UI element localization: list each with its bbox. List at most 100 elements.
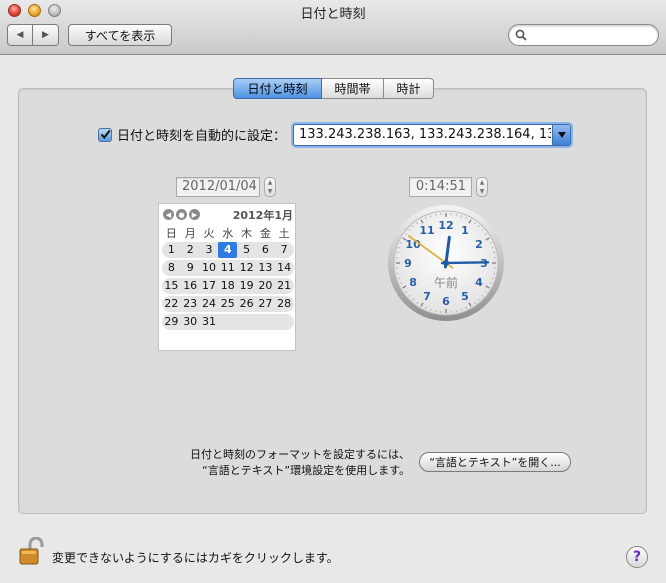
weekday-label: 水 xyxy=(222,227,234,240)
clock-number: 4 xyxy=(475,276,483,289)
calendar-day[interactable]: 9 xyxy=(181,260,200,276)
calendar-day[interactable]: 2 xyxy=(181,242,200,258)
today-button[interactable]: ● xyxy=(176,209,187,220)
show-all-button[interactable]: すべてを表示 xyxy=(68,24,172,46)
clock-number: 9 xyxy=(404,257,412,270)
tab-clock[interactable]: 時計 xyxy=(384,78,434,99)
window-title: 日付と時刻 xyxy=(300,7,366,22)
lock-icon[interactable] xyxy=(18,537,46,567)
format-note-line2: “言語とテキスト”環境設定を使用します。 xyxy=(202,464,410,477)
back-button[interactable]: ◀ xyxy=(7,24,33,46)
date-field[interactable]: 2012/01/04 xyxy=(176,177,260,197)
calendar-day[interactable]: 8 xyxy=(162,260,181,276)
calendar-day xyxy=(237,314,256,330)
calendar-day[interactable]: 15 xyxy=(162,278,181,294)
time-field[interactable]: 0:14:51 xyxy=(409,177,472,197)
search-icon xyxy=(515,29,527,41)
weekday-header: 日 月 火 水 木 金 土 xyxy=(162,225,294,241)
calendar-day[interactable]: 28 xyxy=(275,296,294,312)
calendar-day[interactable]: 29 xyxy=(162,314,181,330)
time-stepper[interactable]: ▲ ▼ xyxy=(476,177,488,197)
calendar-day[interactable]: 25 xyxy=(218,296,237,312)
previous-icon: ◀ xyxy=(165,210,172,219)
next-icon: ▶ xyxy=(191,210,198,219)
calendar-day[interactable]: 7 xyxy=(275,242,294,258)
calendar-week-row: 1234567 xyxy=(162,242,294,258)
calendar-day[interactable]: 11 xyxy=(218,260,237,276)
clock-center xyxy=(443,260,449,266)
calendar-day[interactable]: 1 xyxy=(162,242,181,258)
calendar-week-row: 8 9 10 11 12 13 14 xyxy=(162,260,294,276)
forward-button[interactable]: ▶ xyxy=(33,24,59,46)
calendar-day[interactable]: 13 xyxy=(256,260,275,276)
question-mark-icon: ? xyxy=(632,549,642,565)
calendar[interactable]: ◀ ● ▶ 2012年1月 日 月 火 水 木 金 土 1 2 3 4 5 6 7 8 9 10 1… xyxy=(158,203,296,351)
calendar-day[interactable]: 16 xyxy=(181,278,200,294)
open-language-text-button[interactable]: “言語とテキスト”を開く... xyxy=(419,452,571,472)
calendar-day[interactable]: 21 xyxy=(275,278,294,294)
format-note-line1: 日付と時刻のフォーマットを設定するには、 xyxy=(190,448,410,461)
search-field[interactable] xyxy=(508,24,659,46)
clock-number: 1 xyxy=(461,224,469,237)
calendar-day[interactable]: 14 xyxy=(275,260,294,276)
calendar-day[interactable]: 12 xyxy=(237,260,256,276)
calendar-day[interactable]: 6 xyxy=(256,242,275,258)
clock-number: 11 xyxy=(419,224,434,237)
back-arrow-icon: ◀ xyxy=(16,30,24,40)
calendar-header: ◀ ● ▶ 2012年1月 xyxy=(162,207,294,223)
weekday-label: 金 xyxy=(259,227,271,240)
clock-ampm: 午前 xyxy=(434,275,458,290)
today-dot-icon: ● xyxy=(178,210,185,219)
auto-set-row: 日付と時刻を自動的に設定： xyxy=(98,125,286,144)
clock-number: 5 xyxy=(461,290,469,303)
weekday-label: 火 xyxy=(203,227,215,240)
date-stepper[interactable]: ▲ ▼ xyxy=(264,177,276,197)
calendar-day[interactable]: 22 xyxy=(162,296,181,312)
calendar-week-row: 15 16 17 18 19 20 21 xyxy=(162,278,294,294)
time-server-value[interactable]: 133.243.238.163, 133.243.238.164, 133.24… xyxy=(299,127,551,142)
chevron-down-icon xyxy=(557,132,566,138)
window-titlebar: 日付と時刻 ◀ ▶ すべてを表示 xyxy=(0,0,666,55)
weekday-label: 日 xyxy=(165,227,177,240)
calendar-day[interactable]: 24 xyxy=(200,296,219,312)
calendar-day[interactable]: 19 xyxy=(237,278,256,294)
tab-date-time[interactable]: 日付と時刻 xyxy=(233,78,322,99)
calendar-month-title: 2012年1月 xyxy=(232,209,293,222)
clock-number: 6 xyxy=(442,295,450,308)
calendar-day[interactable]: 4 xyxy=(218,242,238,258)
auto-set-checkbox[interactable] xyxy=(98,127,112,142)
clock-number: 8 xyxy=(409,276,417,289)
calendar-day[interactable]: 10 xyxy=(200,260,219,276)
auto-set-label: 日付と時刻を自動的に設定： xyxy=(117,129,287,144)
weekday-label: 土 xyxy=(278,227,290,240)
calendar-week-row: 29 30 31 xyxy=(162,314,294,330)
analog-clock: 121234567891011 午前 xyxy=(388,205,504,321)
time-server-combobox[interactable]: 133.243.238.163, 133.243.238.164, 133.24… xyxy=(293,124,571,146)
format-note: 日付と時刻のフォーマットを設定するには、 “言語とテキスト”環境設定を使用します… xyxy=(150,447,410,479)
calendar-day[interactable]: 3 xyxy=(200,242,219,258)
next-month-button[interactable]: ▶ xyxy=(189,209,200,220)
tab-time-zone[interactable]: 時間帯 xyxy=(322,78,384,99)
calendar-day[interactable]: 30 xyxy=(181,314,200,330)
calendar-day[interactable]: 31 xyxy=(200,314,219,330)
calendar-day[interactable]: 20 xyxy=(256,278,275,294)
calendar-day[interactable]: 26 xyxy=(237,296,256,312)
stepper-down-icon: ▼ xyxy=(267,187,273,195)
stepper-up-icon: ▲ xyxy=(479,178,485,186)
weekday-label: 木 xyxy=(241,227,253,240)
tab-bar: 日付と時刻 時間帯 時計 xyxy=(233,78,434,99)
clock-number: 2 xyxy=(475,238,483,251)
calendar-week-row: 22 23 24 25 26 27 28 xyxy=(162,296,294,312)
calendar-day[interactable]: 18 xyxy=(218,278,237,294)
calendar-day[interactable]: 5 xyxy=(237,242,256,258)
calendar-day[interactable]: 27 xyxy=(256,296,275,312)
calendar-day xyxy=(275,314,294,330)
previous-month-button[interactable]: ◀ xyxy=(163,209,174,220)
back-forward-group: ◀ ▶ xyxy=(7,24,59,46)
calendar-day[interactable]: 23 xyxy=(181,296,200,312)
help-button[interactable]: ? xyxy=(626,546,648,568)
calendar-day xyxy=(256,314,275,330)
server-dropdown-button[interactable] xyxy=(552,125,570,145)
weekday-label: 月 xyxy=(184,227,196,240)
calendar-day[interactable]: 17 xyxy=(200,278,219,294)
